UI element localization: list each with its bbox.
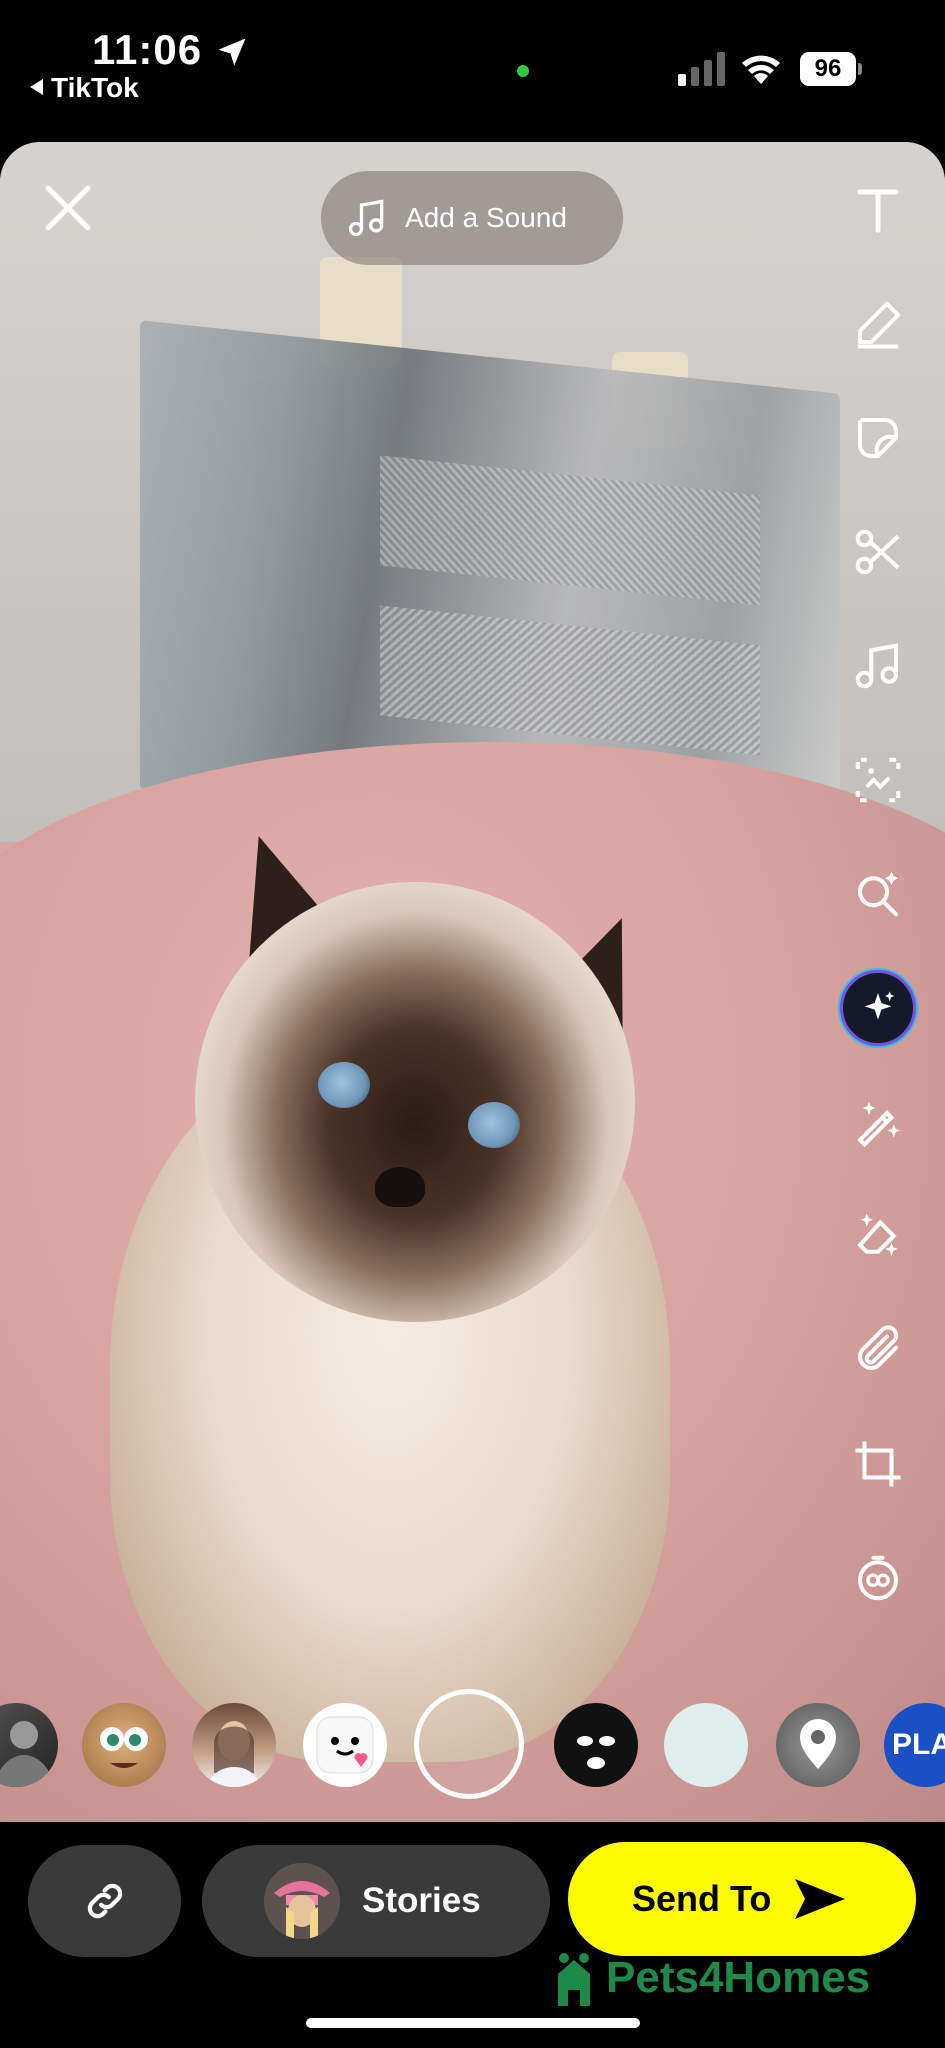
add-sound-label: Add a Sound: [405, 202, 567, 233]
battery-level: 96: [800, 52, 856, 86]
music-note-icon: [348, 199, 384, 237]
magic-wand-icon: [857, 1101, 901, 1148]
cartoon-face-icon: [100, 1727, 148, 1768]
avatar: [264, 1863, 340, 1939]
camera-in-use-indicator: [517, 65, 529, 77]
ai-tool-button[interactable]: [838, 968, 918, 1048]
magic-wand-tool-button[interactable]: [838, 1082, 918, 1162]
lens-item[interactable]: [664, 1703, 748, 1787]
status-time: 11:06: [92, 26, 203, 73]
back-app-label: TikTok: [51, 72, 139, 103]
scan-icon: [855, 757, 901, 803]
bw-portrait-icon: [0, 1721, 54, 1787]
photo-cat-eye: [318, 1062, 370, 1108]
timer-tool-button[interactable]: [838, 1538, 918, 1618]
sticker-icon: [857, 417, 899, 459]
photo-cat-eye: [468, 1102, 520, 1148]
crop-icon: [855, 1441, 901, 1487]
ski-mask-icon: [566, 1713, 626, 1781]
add-sound-button[interactable]: Add a Sound: [321, 171, 623, 265]
scissors-icon: [855, 529, 900, 575]
battery-icon: 96: [800, 52, 862, 86]
search-tool-button[interactable]: [838, 854, 918, 934]
send-to-label: Send To: [632, 1878, 772, 1919]
pencil-icon: [857, 301, 901, 349]
back-triangle-icon: [30, 79, 43, 95]
lens-carousel: PLA: [0, 1689, 945, 1799]
location-arrow-icon: [218, 38, 246, 66]
text-icon: [857, 189, 899, 233]
lens-item[interactable]: [192, 1703, 276, 1787]
lens-item[interactable]: [776, 1703, 860, 1787]
photo-cat-nose: [375, 1167, 425, 1207]
location-pin-icon: [800, 1719, 836, 1769]
bitmoji-icon: [264, 1863, 340, 1939]
lens-item[interactable]: [554, 1703, 638, 1787]
lens-item[interactable]: [0, 1703, 58, 1787]
marshmallow-icon: [316, 1716, 374, 1774]
eraser-icon: [857, 1213, 898, 1257]
ai-sparkle-icon: [864, 991, 895, 1020]
watermark-logo-icon: [558, 1953, 590, 2006]
home-indicator[interactable]: [306, 2018, 640, 2028]
draw-tool-button[interactable]: [838, 284, 918, 364]
scan-tool-button[interactable]: [838, 740, 918, 820]
scissors-tool-button[interactable]: [838, 512, 918, 592]
send-arrow-icon: [795, 1879, 846, 1919]
photo-cat-head: [195, 882, 635, 1322]
text-tool-button[interactable]: [838, 170, 918, 250]
snap-preview: Add a Sound: [0, 142, 945, 1822]
lens-item[interactable]: [303, 1703, 387, 1787]
close-icon[interactable]: [40, 180, 96, 236]
timer-icon: [857, 1555, 899, 1601]
music-tool-button[interactable]: [838, 626, 918, 706]
crop-tool-button[interactable]: [838, 1424, 918, 1504]
music-icon: [855, 643, 899, 689]
eraser-tool-button[interactable]: [838, 1196, 918, 1276]
status-bar: 11:06 TikTok 96: [0, 0, 945, 140]
back-to-app-link[interactable]: TikTok: [30, 72, 139, 104]
lens-item[interactable]: [82, 1703, 166, 1787]
ai-tool-circle: [840, 970, 916, 1046]
lens-item[interactable]: PLA: [884, 1703, 945, 1787]
portrait-girl-icon: [206, 1721, 262, 1787]
paperclip-icon: [858, 1325, 899, 1370]
stories-label: Stories: [362, 1881, 481, 1920]
sticker-tool-button[interactable]: [838, 398, 918, 478]
scratch-badge-text: PLA: [892, 1728, 945, 1761]
watermark: Pets4Homes: [550, 1950, 870, 2006]
search-sparkle-icon: [857, 871, 899, 917]
wifi-icon: [742, 55, 780, 84]
selected-lens-ring[interactable]: [414, 1689, 524, 1799]
bottom-bar: Stories Send To Pets4Homes: [0, 1822, 945, 2048]
stories-button[interactable]: Stories: [202, 1845, 550, 1957]
send-to-button[interactable]: Send To: [568, 1842, 916, 1956]
signal-icon: [678, 52, 725, 86]
attach-tool-button[interactable]: [838, 1310, 918, 1390]
link-icon: [87, 1883, 122, 1919]
watermark-text: Pets4Homes: [606, 1953, 871, 2002]
link-button[interactable]: [28, 1845, 181, 1957]
